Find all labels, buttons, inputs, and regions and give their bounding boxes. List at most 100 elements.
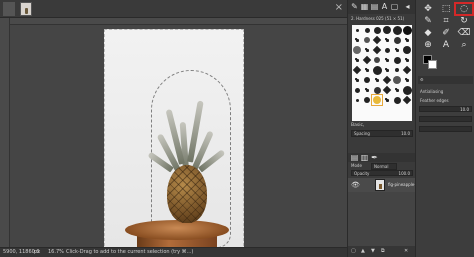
brush-item[interactable] <box>372 45 382 55</box>
tool-option-field[interactable] <box>419 126 472 132</box>
tool-options-icon[interactable]: ⚙ <box>420 77 424 82</box>
paintbrush-icon[interactable]: ✎ <box>350 2 359 11</box>
rect-select-tool-icon[interactable]: ⬚ <box>437 3 455 15</box>
document-icon[interactable]: ▢ <box>390 2 399 11</box>
fg-bg-color-swatches[interactable] <box>423 55 437 69</box>
brush-item[interactable] <box>372 85 382 95</box>
layers-dock-tabs: ▤ ▥ ✒ <box>348 153 416 162</box>
brush-item[interactable] <box>362 85 372 95</box>
paths-icon[interactable]: ✒ <box>370 153 379 162</box>
brush-item[interactable] <box>372 75 382 85</box>
brush-item[interactable] <box>382 45 392 55</box>
channels-icon[interactable]: ▥ <box>360 153 369 162</box>
feather-edges-option[interactable]: Feather edges <box>418 97 473 105</box>
brush-item[interactable] <box>372 55 382 65</box>
brush-item[interactable] <box>402 35 412 45</box>
brush-item[interactable] <box>402 85 412 95</box>
brush-item[interactable] <box>392 75 402 85</box>
brush-item[interactable] <box>382 75 392 85</box>
brush-item[interactable] <box>382 55 392 65</box>
brush-item[interactable] <box>362 65 372 75</box>
brush-item[interactable] <box>362 75 372 85</box>
zoom-select[interactable]: 16.7% <box>48 248 64 257</box>
pattern-icon[interactable]: ▦ <box>360 2 369 11</box>
unit-select[interactable]: px <box>34 248 40 257</box>
brush-item[interactable] <box>392 95 402 105</box>
brush-item[interactable] <box>352 35 362 45</box>
brush-item[interactable] <box>382 95 392 105</box>
brush-item[interactable] <box>372 65 382 75</box>
brush-item[interactable] <box>402 55 412 65</box>
layers-icon[interactable]: ▤ <box>350 153 359 162</box>
zoom-tool-icon[interactable]: ⌕ <box>455 39 473 51</box>
spacing-value: 10.0 <box>401 131 410 136</box>
warp-tool-icon[interactable]: ↻ <box>455 15 473 27</box>
brush-item[interactable] <box>352 65 362 75</box>
brush-grid[interactable] <box>352 25 412 121</box>
brush-item[interactable] <box>362 35 372 45</box>
brush-item[interactable] <box>392 45 402 55</box>
spacing-slider[interactable]: Spacing 10.0 <box>351 130 413 137</box>
duplicate-layer-icon[interactable]: ⧉ <box>381 248 385 254</box>
brush-item-selected[interactable] <box>371 94 383 106</box>
brush-item[interactable] <box>352 75 362 85</box>
brush-item[interactable] <box>352 85 362 95</box>
clone-tool-icon[interactable]: ⊕ <box>419 39 437 51</box>
eye-icon[interactable]: 👁 <box>351 181 360 189</box>
brush-tool-icon[interactable]: ✐ <box>437 27 455 39</box>
brush-item[interactable] <box>352 55 362 65</box>
paint-tool-icon[interactable]: ✎ <box>419 15 437 27</box>
brush-item[interactable] <box>372 25 382 35</box>
image-canvas[interactable] <box>104 29 244 247</box>
brush-item[interactable] <box>392 65 402 75</box>
brush-item[interactable] <box>382 65 392 75</box>
brush-item[interactable] <box>382 85 392 95</box>
text-tool-icon[interactable]: A <box>437 39 455 51</box>
new-layer-icon[interactable]: ▢ <box>351 248 356 254</box>
antialiasing-option[interactable]: Antialiasing <box>418 88 473 96</box>
free-select-tool-icon[interactable]: ◌ <box>454 2 474 16</box>
brush-item[interactable] <box>392 85 402 95</box>
layer-row[interactable]: 👁 fig-pineapple-drinks <box>348 178 428 192</box>
image-thumb-dark[interactable] <box>3 2 15 16</box>
layers-footer: ▢ ▲ ▼ ⧉ ✕ <box>348 246 416 257</box>
raise-layer-icon[interactable]: ▲ <box>361 248 365 254</box>
image-thumb-pineapple[interactable] <box>20 2 32 16</box>
crop-tool-icon[interactable]: ⌗ <box>437 15 455 27</box>
close-icon[interactable]: × <box>335 2 343 13</box>
font-icon[interactable]: A <box>380 2 389 11</box>
tool-option-field[interactable] <box>419 116 472 122</box>
eraser-tool-icon[interactable]: ⌫ <box>455 27 473 39</box>
brush-item[interactable] <box>352 45 362 55</box>
gradient-icon[interactable]: ▤ <box>370 2 379 11</box>
brush-item[interactable] <box>382 25 392 35</box>
brush-item[interactable] <box>392 55 402 65</box>
brush-item[interactable] <box>402 75 412 85</box>
brush-title: 2. Hardness 025 (51 × 51) <box>351 16 405 21</box>
brush-item[interactable] <box>362 45 372 55</box>
brush-item[interactable] <box>362 95 372 105</box>
brush-item[interactable] <box>352 95 362 105</box>
brush-item[interactable] <box>372 35 382 45</box>
lower-layer-icon[interactable]: ▼ <box>371 248 375 254</box>
brush-item[interactable] <box>352 25 362 35</box>
status-bar: 5900, 11860.0 px 16.7% Click-Drag to add… <box>0 247 347 257</box>
brush-item[interactable] <box>402 25 412 35</box>
brush-item[interactable] <box>402 45 412 55</box>
background-color[interactable] <box>428 60 437 69</box>
opacity-slider[interactable]: Opacity 100.0 <box>351 170 413 176</box>
mode-select[interactable]: Normal <box>371 163 397 170</box>
brush-item[interactable] <box>402 95 412 105</box>
move-tool-icon[interactable]: ✥ <box>419 3 437 15</box>
brush-item[interactable] <box>392 35 402 45</box>
fill-tool-icon[interactable]: ◆ <box>419 27 437 39</box>
brush-item[interactable] <box>382 35 392 45</box>
feather-radius-slider[interactable]: 10.0 <box>419 106 472 112</box>
brush-item[interactable] <box>402 65 412 75</box>
delete-layer-icon[interactable]: ✕ <box>404 248 408 254</box>
brush-item[interactable] <box>362 25 372 35</box>
brush-item[interactable] <box>392 25 402 35</box>
canvas-area[interactable] <box>0 18 347 247</box>
menu-icon[interactable]: ◂ <box>403 2 412 11</box>
brush-item[interactable] <box>362 55 372 65</box>
